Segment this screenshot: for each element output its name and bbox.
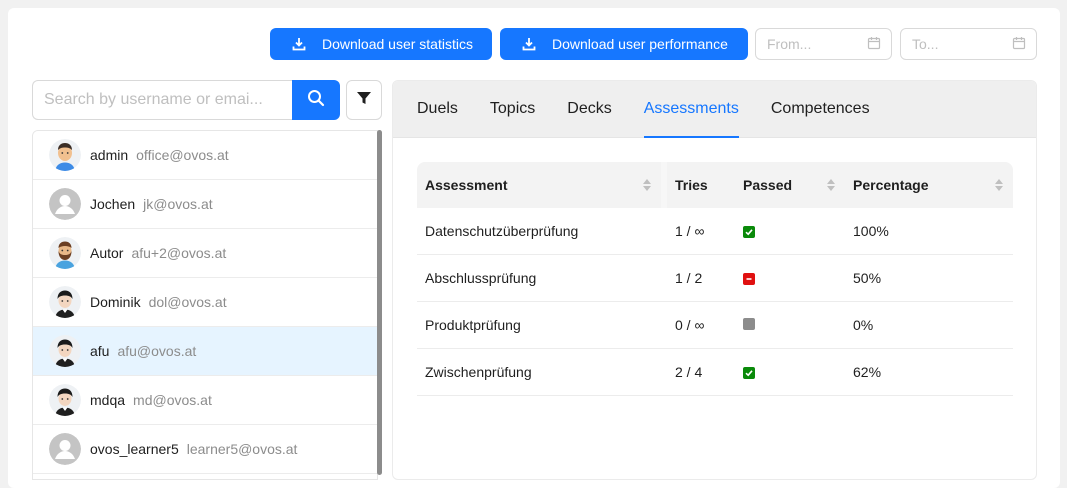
passed-check-icon <box>743 367 755 379</box>
failed-minus-icon <box>743 273 755 285</box>
assessment-cell: Produktprüfung <box>417 301 661 349</box>
percentage-cell: 0% <box>845 301 1013 349</box>
user-name: mdqa <box>90 392 126 408</box>
user-email: md@ovos.at <box>133 392 212 408</box>
user-list-item[interactable]: Autor afu+2@ovos.at <box>33 229 377 278</box>
assessments-table-body: Datenschutzüberprüfung 1 / ∞ 100% Abschluss… <box>417 208 1013 396</box>
passed-cell <box>735 254 845 302</box>
column-header-passed[interactable]: Passed <box>735 162 845 208</box>
dark-hair-avatar-icon <box>49 286 81 318</box>
tab-decks[interactable]: Decks <box>567 81 611 137</box>
assessment-cell: Datenschutzüberprüfung <box>417 208 661 255</box>
date-to-input[interactable]: To... <box>900 28 1037 60</box>
download-icon <box>292 37 306 51</box>
user-name: Autor <box>90 245 124 261</box>
column-header-percentage[interactable]: Percentage <box>845 162 1013 208</box>
default-avatar-icon <box>49 188 81 220</box>
tries-cell: 1 / 2 <box>667 254 735 302</box>
sort-icon[interactable] <box>827 179 835 191</box>
user-email: afu+2@ovos.at <box>131 245 227 261</box>
dark-hair-avatar-icon <box>49 384 81 416</box>
assessments-table: Assessment Tries Passed Percentage Daten… <box>417 162 1013 396</box>
user-list-item[interactable]: admin office@ovos.at <box>33 131 377 180</box>
percentage-cell: 100% <box>845 208 1013 255</box>
column-header-tries: Tries <box>667 162 735 208</box>
percentage-cell: 50% <box>845 254 1013 302</box>
user-list-item[interactable]: afu afu@ovos.at <box>33 327 377 376</box>
user-list-item[interactable]: Jochen jk@ovos.at <box>33 180 377 229</box>
assessment-cell: Abschlussprüfung <box>417 254 661 302</box>
user-email: learner5@ovos.at <box>186 441 298 457</box>
download-user-statistics-button[interactable]: Download user statistics <box>270 28 492 60</box>
date-from-input[interactable]: From... <box>755 28 892 60</box>
column-header-percentage-label: Percentage <box>853 177 929 193</box>
user-name: Jochen <box>90 196 136 212</box>
download-icon <box>522 37 536 51</box>
table-row: Abschlussprüfung 1 / 2 50% <box>417 254 1013 302</box>
admin-avatar-icon <box>49 139 81 171</box>
table-header-row: Assessment Tries Passed Percentage <box>417 162 1013 208</box>
tab-assessments[interactable]: Assessments <box>643 81 740 138</box>
user-email: office@ovos.at <box>136 147 229 163</box>
table-row: Produktprüfung 0 / ∞ 0% <box>417 301 1013 349</box>
column-header-passed-label: Passed <box>743 177 793 193</box>
sort-icon[interactable] <box>643 179 651 191</box>
bearded-avatar-icon <box>49 237 81 269</box>
tab-competences[interactable]: Competences <box>771 81 870 137</box>
user-email: afu@ovos.at <box>117 343 197 359</box>
user-name: Dominik <box>90 294 141 310</box>
passed-cell <box>735 348 845 396</box>
user-list: admin office@ovos.at Jochen jk@ovos.at Autor… <box>32 130 378 480</box>
user-email: dol@ovos.at <box>148 294 227 310</box>
default-avatar-icon <box>49 433 81 465</box>
column-header-tries-label: Tries <box>675 177 708 193</box>
tries-cell: 2 / 4 <box>667 348 735 396</box>
download-user-statistics-label: Download user statistics <box>322 36 473 52</box>
column-header-assessment-label: Assessment <box>425 177 508 193</box>
search-icon <box>307 89 325 112</box>
user-list-item[interactable]: Dominik dol@ovos.at <box>33 278 377 327</box>
user-list-item[interactable]: ovos_learner5 learner5@ovos.at <box>33 425 377 474</box>
user-list-item[interactable]: mdqa md@ovos.at <box>33 376 377 425</box>
table-row: Zwischenprüfung 2 / 4 62% <box>417 348 1013 396</box>
assessment-cell: Zwischenprüfung <box>417 348 661 396</box>
user-list-scrollbar[interactable] <box>377 130 382 475</box>
sort-icon[interactable] <box>995 179 1003 191</box>
passed-check-icon <box>743 226 755 238</box>
user-name: afu <box>90 343 110 359</box>
filter-button[interactable] <box>346 80 382 120</box>
detail-panel: Duels Topics Decks Assessments Competences A… <box>392 80 1037 480</box>
column-header-assessment[interactable]: Assessment <box>417 162 661 208</box>
tab-duels[interactable]: Duels <box>417 81 458 137</box>
tries-cell: 0 / ∞ <box>667 301 735 349</box>
tab-bar: Duels Topics Decks Assessments Competences <box>393 81 1036 138</box>
user-email: jk@ovos.at <box>143 196 213 212</box>
download-user-performance-button[interactable]: Download user performance <box>500 28 748 60</box>
user-name: ovos_learner5 <box>90 441 179 457</box>
not-attempted-icon <box>743 318 755 330</box>
calendar-icon <box>1012 36 1026 53</box>
date-to-placeholder: To... <box>912 36 939 52</box>
passed-cell <box>735 208 845 255</box>
search-input[interactable]: Search by username or emai... <box>32 80 293 120</box>
calendar-icon <box>867 36 881 53</box>
download-user-performance-label: Download user performance <box>552 36 728 52</box>
passed-cell <box>735 301 845 349</box>
date-from-placeholder: From... <box>767 36 812 52</box>
tab-topics[interactable]: Topics <box>490 81 535 137</box>
user-name: admin <box>90 147 129 163</box>
filter-icon <box>356 90 372 111</box>
tries-cell: 1 / ∞ <box>667 208 735 255</box>
search-placeholder: Search by username or emai... <box>44 91 263 108</box>
search-button[interactable] <box>292 80 340 120</box>
table-row: Datenschutzüberprüfung 1 / ∞ 100% <box>417 208 1013 255</box>
percentage-cell: 62% <box>845 348 1013 396</box>
dark-hair-avatar-icon <box>49 335 81 367</box>
